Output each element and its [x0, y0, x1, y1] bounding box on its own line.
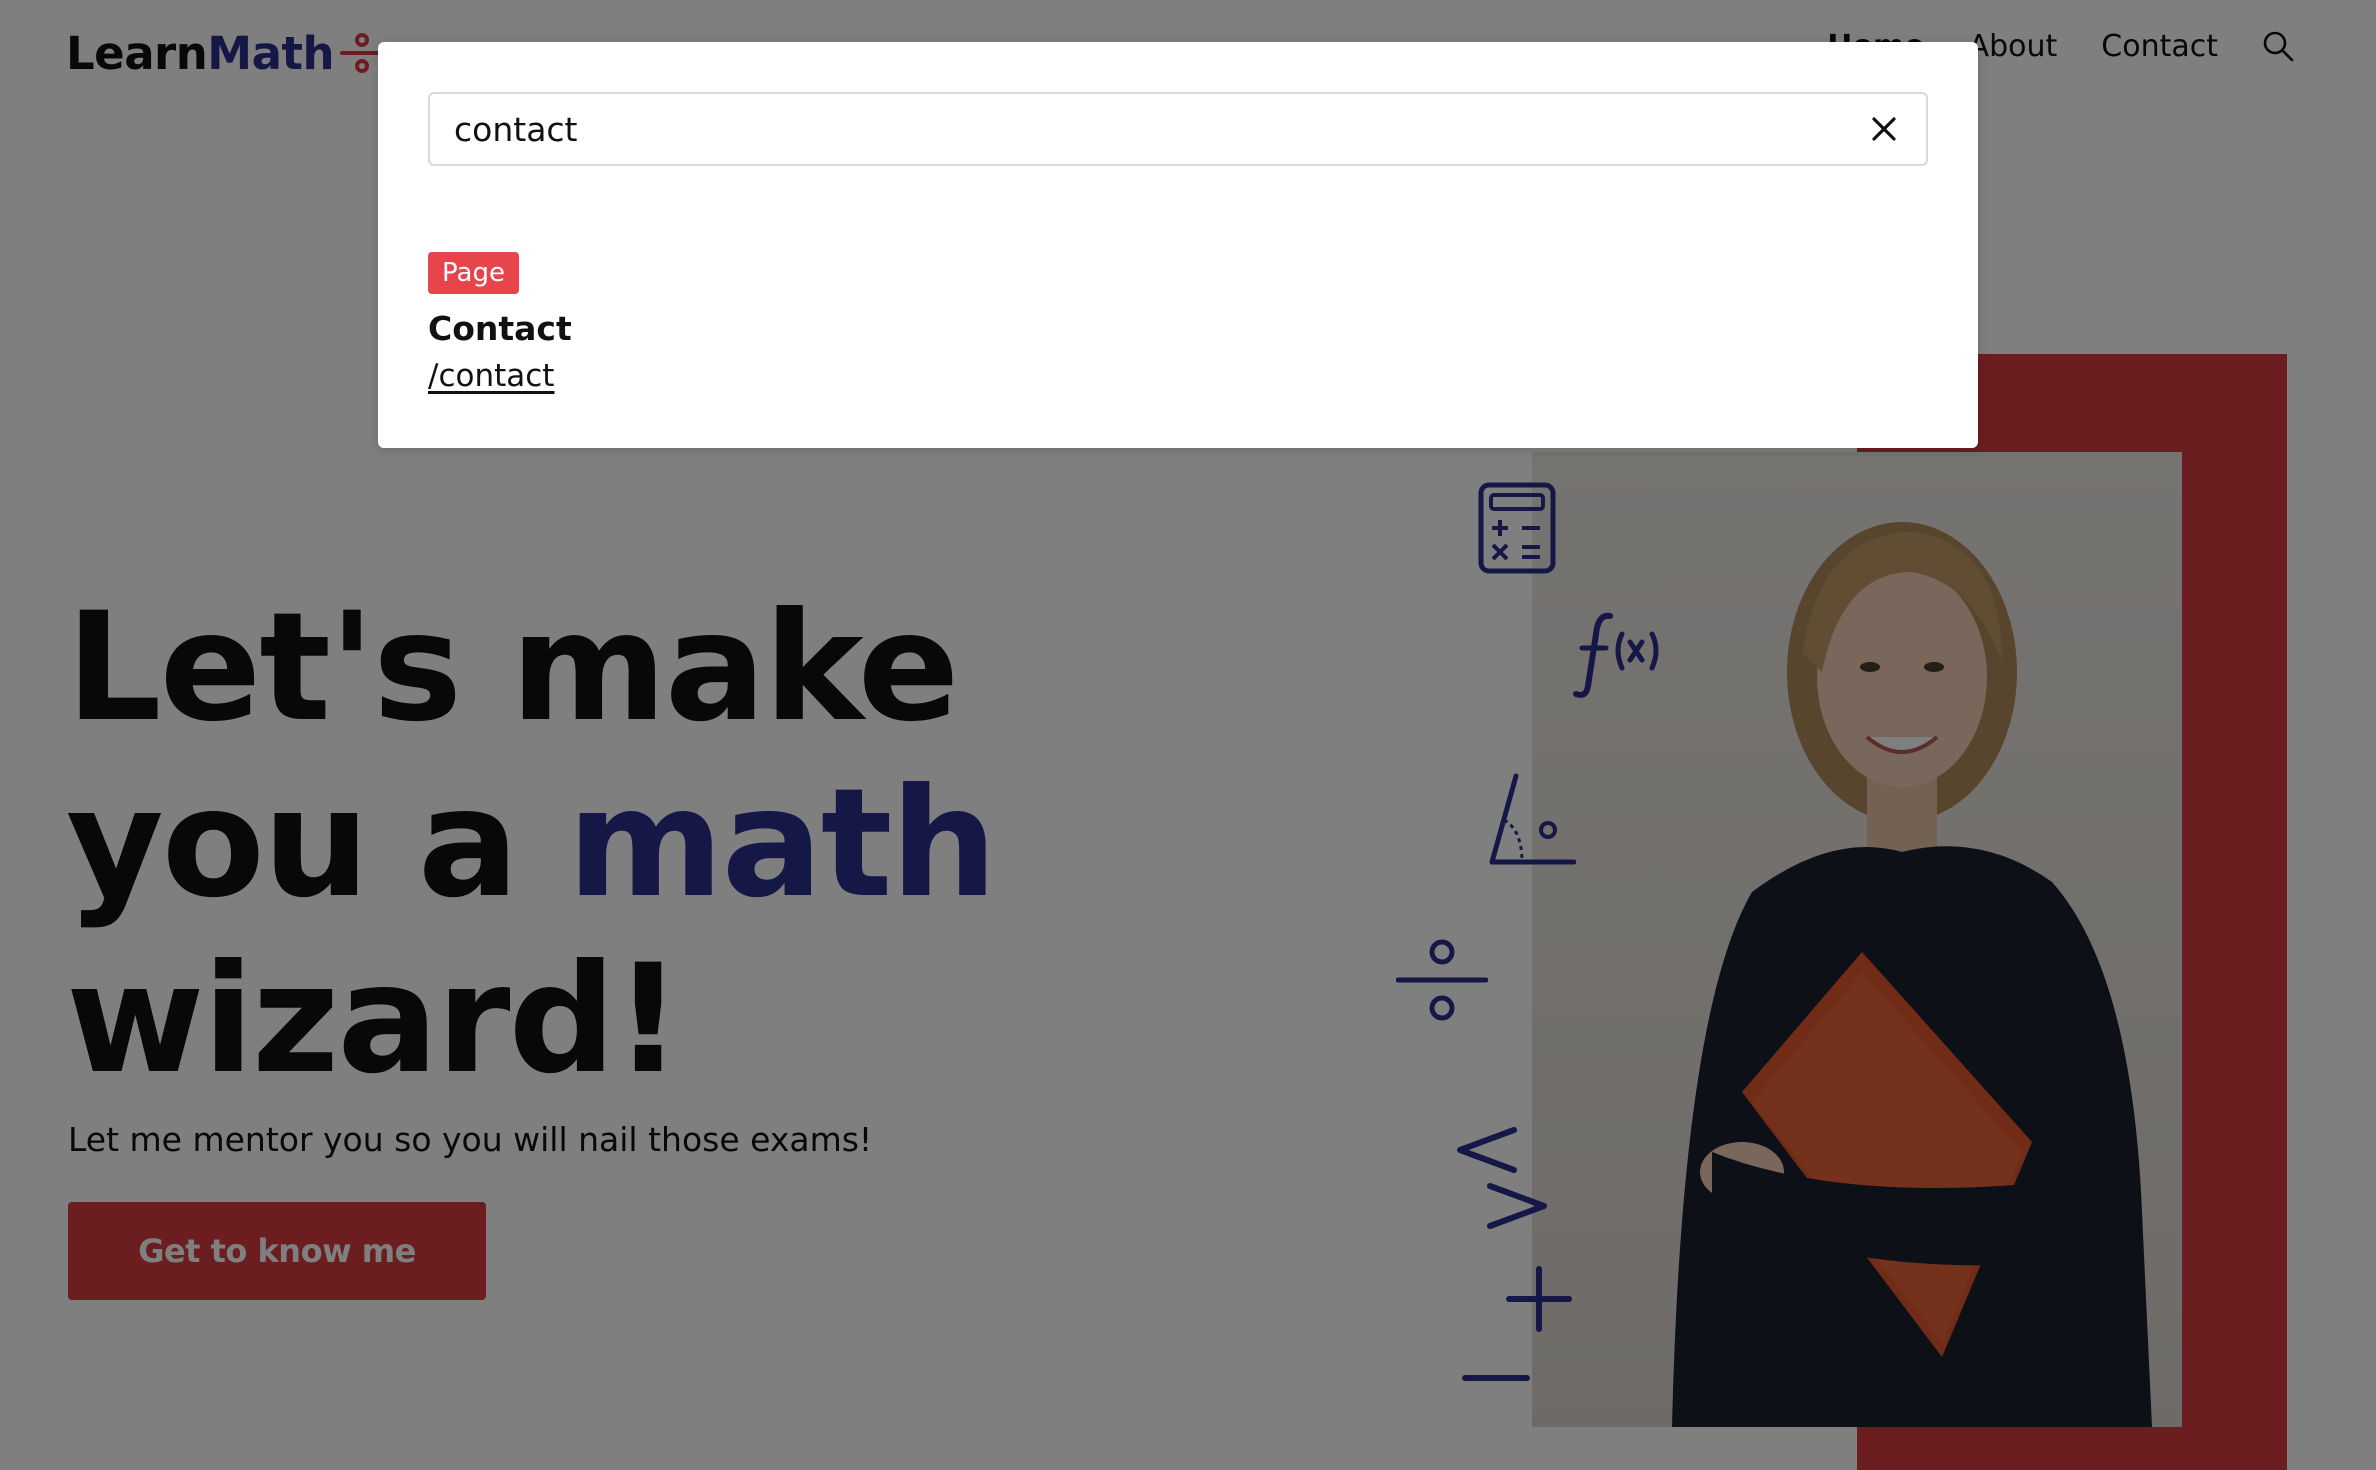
search-field [428, 92, 1928, 166]
search-result-item[interactable]: Page Contact /contact [428, 252, 572, 394]
result-link[interactable]: /contact [428, 358, 554, 394]
result-title[interactable]: Contact [428, 308, 572, 350]
close-icon[interactable] [1854, 99, 1914, 159]
search-modal: Page Contact /contact [378, 42, 1978, 448]
search-input[interactable] [430, 94, 1854, 164]
result-type-badge: Page [428, 252, 519, 294]
